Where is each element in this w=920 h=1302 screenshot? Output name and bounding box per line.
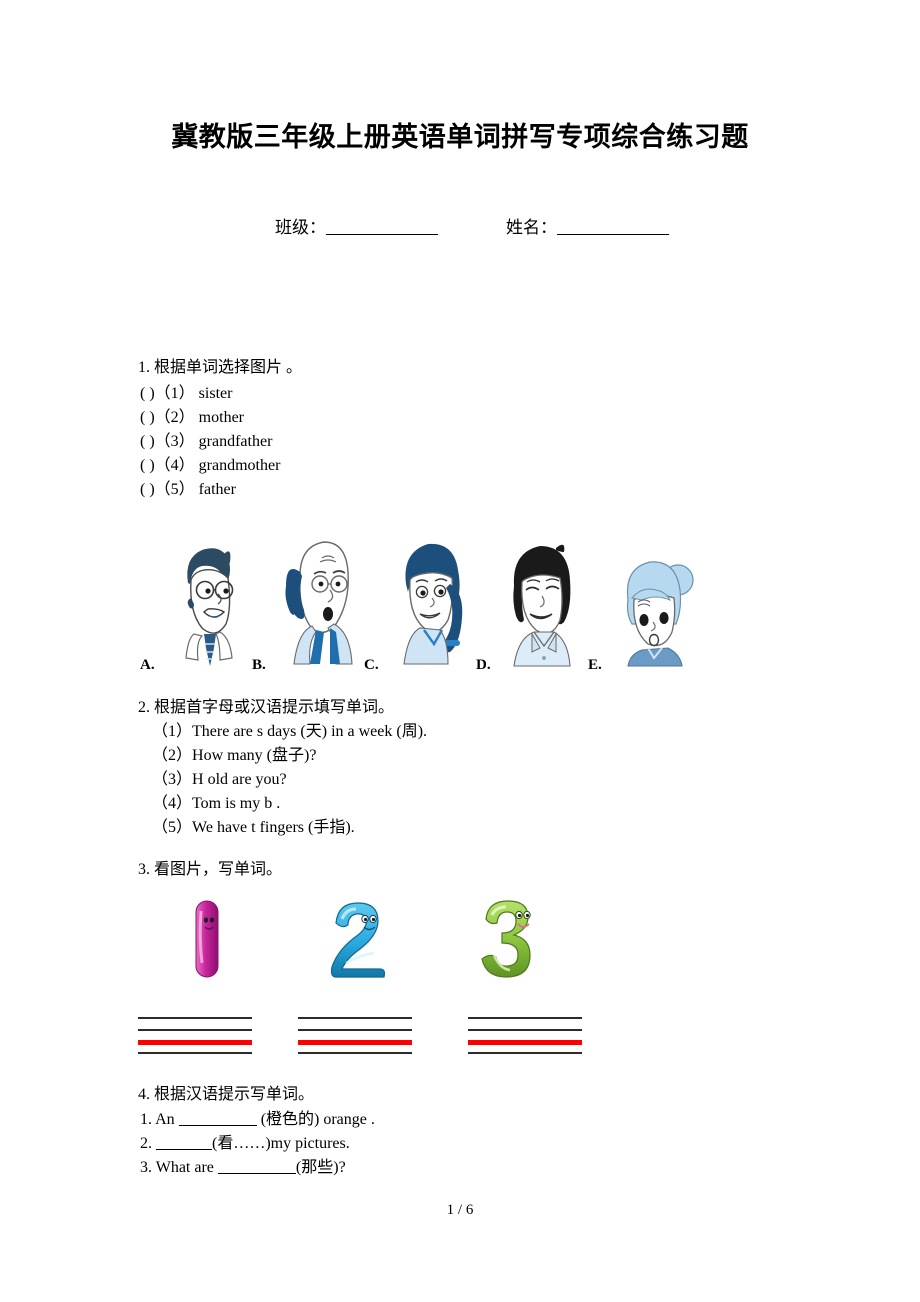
item-text-after: (看……)my pictures. xyxy=(212,1135,350,1152)
name-blank-input[interactable] xyxy=(557,218,669,235)
writing-line-bottom xyxy=(138,1052,252,1054)
section-2-item-5: （5）We have t fingers (手指). xyxy=(152,813,355,837)
picture-option-d[interactable]: D. xyxy=(476,524,588,676)
section-1-heading: 1. 根据单词选择图片 。 xyxy=(138,359,303,376)
writing-line-top xyxy=(298,1017,412,1019)
picture-option-b[interactable]: B. xyxy=(252,524,364,676)
item-text: How many (盘子)? xyxy=(192,747,317,764)
grandmother-portrait-icon xyxy=(606,528,700,668)
section-1-item-3: ( )（3） grandfather xyxy=(140,427,272,451)
writing-line-upper-mid xyxy=(138,1029,252,1031)
sister-portrait-icon xyxy=(382,528,476,668)
answer-blank[interactable] xyxy=(178,1111,257,1126)
item-marker: ( )（3） xyxy=(140,433,195,450)
item-text-before: What are xyxy=(155,1159,218,1176)
item-word: mother xyxy=(198,409,244,426)
item-text-before: An xyxy=(155,1111,179,1128)
section-1-item-4: ( )（4） grandmother xyxy=(140,451,280,475)
item-text: Tom is my b . xyxy=(192,795,281,812)
answer-blank[interactable] xyxy=(156,1135,212,1150)
section-2-item-1: （1）There are s days (天) in a week (周). xyxy=(152,717,427,741)
number-picture-2 xyxy=(320,893,400,985)
section-4-item-1: 1. An (橙色的) orange . xyxy=(140,1105,375,1129)
picture-letter: C. xyxy=(364,657,379,673)
picture-option-a[interactable]: A. xyxy=(140,524,252,676)
writing-lines-3[interactable] xyxy=(468,1006,582,1054)
writing-line-bottom xyxy=(298,1052,412,1054)
writing-line-red-baseline xyxy=(138,1040,252,1045)
section-2-item-4: （4）Tom is my b . xyxy=(152,789,280,813)
name-field: 姓名： xyxy=(506,213,669,238)
item-word: grandmother xyxy=(198,457,281,474)
item-marker: （3） xyxy=(152,771,193,788)
item-marker: （2） xyxy=(152,747,193,764)
picture-letter: B. xyxy=(252,657,266,673)
grandfather-portrait-icon xyxy=(270,528,364,668)
father-portrait-icon xyxy=(158,528,252,668)
item-marker: （4） xyxy=(152,795,193,812)
picture-option-e[interactable]: E. xyxy=(588,524,700,676)
section-4-item-3: 3. What are (那些)? xyxy=(140,1153,346,1177)
item-word: sister xyxy=(198,385,233,402)
picture-letter: D. xyxy=(476,657,491,673)
class-label: 班级： xyxy=(275,218,326,237)
item-marker: 3. xyxy=(140,1159,152,1176)
writing-line-red-baseline xyxy=(468,1040,582,1045)
section-4-item-2: 2. (看……)my pictures. xyxy=(140,1129,350,1153)
section-1-item-5: ( )（5） father xyxy=(140,475,236,499)
writing-line-top xyxy=(138,1017,252,1019)
answer-blank[interactable] xyxy=(217,1159,296,1174)
item-marker: （1） xyxy=(152,723,193,740)
family-pictures-strip: A. B. C. D. E. xyxy=(140,524,696,676)
item-text-after: (橙色的) orange . xyxy=(256,1111,375,1128)
section-1-item-2: ( )（2） mother xyxy=(140,403,244,427)
mother-portrait-icon xyxy=(494,528,588,668)
item-marker: 1. xyxy=(140,1111,152,1128)
section-3-heading: 3. 看图片，写单词。 xyxy=(138,861,283,878)
item-marker: ( )（5） xyxy=(140,481,195,498)
writing-lines-2[interactable] xyxy=(298,1006,412,1054)
picture-option-c[interactable]: C. xyxy=(364,524,476,676)
writing-line-upper-mid xyxy=(468,1029,582,1031)
picture-letter: E. xyxy=(588,657,602,673)
item-word: father xyxy=(198,481,236,498)
item-text-after: (那些)? xyxy=(295,1159,346,1176)
item-text: There are s days (天) in a week (周). xyxy=(192,723,428,740)
worksheet-page: 冀教版三年级上册英语单词拼写专项综合练习题 班级： 姓名： 1. 根据单词选择图片… xyxy=(0,0,920,1302)
item-text: We have t fingers (手指). xyxy=(192,819,355,836)
writing-line-upper-mid xyxy=(298,1029,412,1031)
name-label: 姓名： xyxy=(506,218,557,237)
item-marker: ( )（4） xyxy=(140,457,195,474)
writing-line-red-baseline xyxy=(298,1040,412,1045)
class-blank-input[interactable] xyxy=(326,218,438,235)
section-2-heading: 2. 根据首字母或汉语提示填写单词。 xyxy=(138,699,395,716)
item-text: H old are you? xyxy=(192,771,287,788)
writing-lines-1[interactable] xyxy=(138,1006,252,1054)
item-marker: 2. xyxy=(140,1135,152,1152)
section-2-item-3: （3）H old are you? xyxy=(152,765,287,789)
section-2-item-2: （2）How many (盘子)? xyxy=(152,741,316,765)
item-marker: ( )（2） xyxy=(140,409,195,426)
page-title: 冀教版三年级上册英语单词拼写专项综合练习题 xyxy=(171,122,749,152)
item-marker: （5） xyxy=(152,819,193,836)
writing-line-top xyxy=(468,1017,582,1019)
item-word: grandfather xyxy=(198,433,273,450)
student-info-row: 班级： 姓名： xyxy=(275,213,669,238)
number-pictures-strip xyxy=(140,893,600,985)
page-number-footer: 1 / 6 xyxy=(446,1202,474,1218)
picture-letter: A. xyxy=(140,657,155,673)
section-4-heading: 4. 根据汉语提示写单词。 xyxy=(138,1086,315,1103)
item-marker: ( )（1） xyxy=(140,385,195,402)
writing-line-bottom xyxy=(468,1052,582,1054)
number-picture-3 xyxy=(470,893,550,985)
class-field: 班级： xyxy=(275,213,438,238)
section-1-item-1: ( )（1） sister xyxy=(140,379,232,403)
number-picture-1 xyxy=(170,893,250,985)
